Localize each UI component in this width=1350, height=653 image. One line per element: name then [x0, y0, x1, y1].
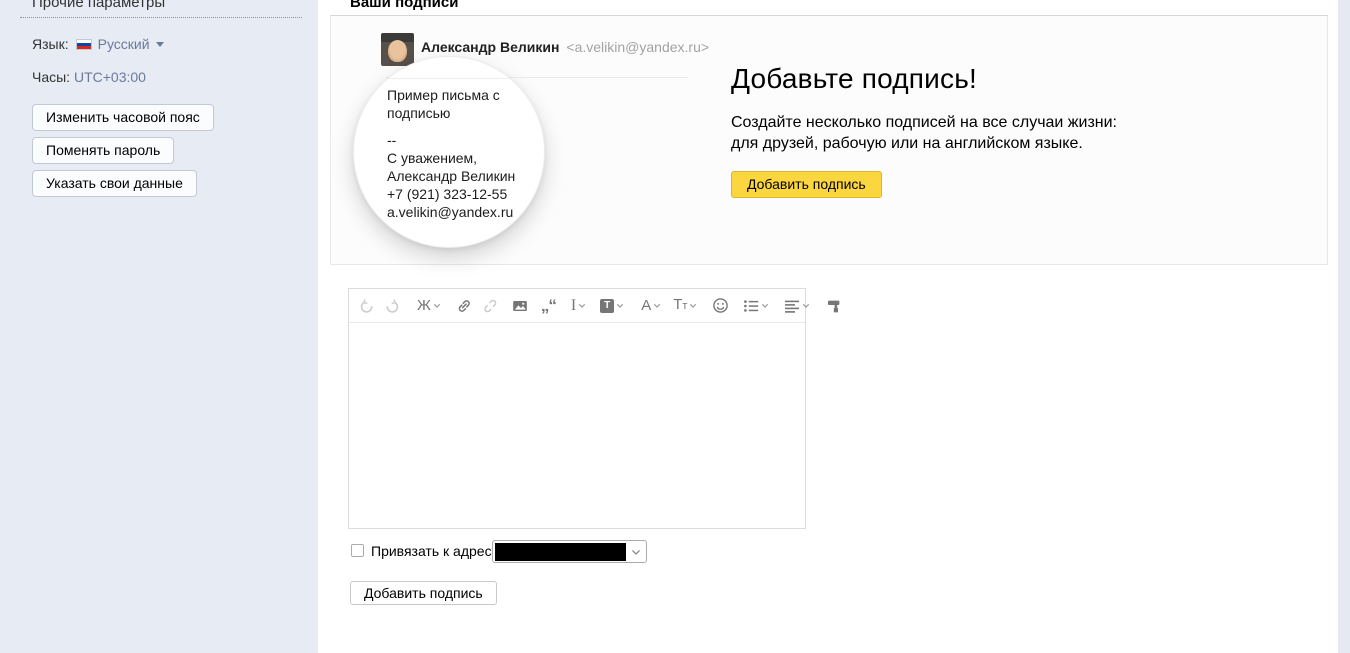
promo-text: Создайте несколько подписей на все случа…: [731, 112, 1117, 154]
signature-text-area[interactable]: [349, 323, 805, 528]
page-title: Ваши подписи: [350, 0, 458, 11]
text-style-button[interactable]: I: [571, 298, 586, 313]
signature-promo-card: Александр Великин <a.velikin@yandex.ru> П…: [330, 15, 1328, 265]
signature-preview: Пример письма с подписью -- С уважением,…: [387, 86, 544, 221]
language-select-link[interactable]: Русский: [98, 36, 150, 52]
add-signature-button[interactable]: Добавить подпись: [350, 581, 497, 605]
chevron-down-icon: [631, 549, 641, 556]
remove-formatting-icon[interactable]: [826, 298, 842, 314]
sender-email: <a.velikin@yandex.ru>: [566, 39, 709, 55]
blockquote-icon[interactable]: „“: [541, 301, 556, 311]
link-icon[interactable]: [456, 298, 473, 314]
personal-data-button[interactable]: Указать свои данные: [32, 170, 197, 197]
bind-address-select[interactable]: [492, 540, 647, 563]
chevron-down-icon: [689, 303, 697, 309]
preview-body-line: Пример письма с подписью: [387, 86, 544, 122]
change-password-button[interactable]: Поменять пароль: [32, 137, 174, 164]
bullet-list-button[interactable]: [743, 298, 769, 314]
promo-block: Добавьте подпись! Создайте несколько под…: [731, 63, 1117, 198]
editor-toolbar: Ж „“ I T A Tт: [349, 289, 805, 323]
bold-button[interactable]: Ж: [417, 298, 441, 313]
promo-text-line1: Создайте несколько подписей на все случа…: [731, 112, 1117, 133]
align-button[interactable]: [784, 298, 810, 314]
change-timezone-button[interactable]: Изменить часовой пояс: [32, 104, 214, 131]
clock-label: Часы:: [32, 69, 70, 85]
promo-text-line2: для друзей, рабочую или на английском яз…: [731, 133, 1117, 154]
clock-row: Часы: UTC+03:00: [32, 69, 146, 86]
emoji-icon[interactable]: [712, 297, 729, 314]
chevron-down-icon: [802, 303, 810, 309]
chevron-down-icon: [761, 303, 769, 309]
signature-line: Александр Великин: [387, 167, 544, 185]
magnifier-circle: Пример письма с подписью -- С уважением,…: [353, 56, 545, 248]
quote-glyph: „“: [541, 301, 556, 311]
bold-glyph: Ж: [417, 298, 431, 313]
highlight-glyph: T: [600, 299, 614, 313]
chevron-down-icon: [653, 303, 661, 309]
signature-line: +7 (921) 323-12-55: [387, 185, 544, 203]
font-size-button[interactable]: Tт: [673, 297, 697, 314]
bind-address-label: Привязать к адресу: [371, 543, 499, 559]
redacted-address-value: [495, 543, 626, 561]
signature-editor: Ж „“ I T A Tт: [348, 288, 806, 529]
unlink-icon: [482, 298, 499, 314]
add-signature-promo-button[interactable]: Добавить подпись: [731, 171, 882, 198]
undo-icon: [359, 298, 375, 314]
font-size-glyph: Tт: [673, 297, 687, 314]
avatar: [381, 33, 414, 66]
sidebar-section-title: Прочие параметры: [32, 0, 165, 11]
text-style-glyph: I: [571, 298, 576, 313]
scrollbar-track[interactable]: [1338, 0, 1350, 653]
signature-line: --: [387, 131, 544, 149]
insert-image-icon[interactable]: [512, 298, 528, 314]
signature-line: С уважением,: [387, 149, 544, 167]
chevron-down-icon: [433, 303, 441, 309]
timezone-value-link[interactable]: UTC+03:00: [74, 69, 146, 85]
language-row: Язык: Русский: [32, 36, 164, 53]
highlight-color-button[interactable]: T: [600, 299, 624, 313]
bind-address-checkbox[interactable]: [351, 544, 364, 557]
sender-name: Александр Великин <a.velikin@yandex.ru>: [421, 39, 709, 55]
russian-flag-icon: [76, 39, 92, 50]
redo-icon: [384, 298, 400, 314]
magnified-divider: [382, 78, 544, 79]
font-color-button[interactable]: A: [641, 298, 661, 313]
promo-heading: Добавьте подпись!: [731, 63, 1117, 95]
sender-name-text: Александр Великин: [421, 39, 559, 55]
chevron-down-icon: [578, 303, 586, 309]
signature-line: a.velikin@yandex.ru: [387, 203, 544, 221]
chevron-down-icon: [616, 303, 624, 309]
language-label: Язык:: [32, 36, 69, 52]
chevron-down-icon[interactable]: [156, 42, 164, 47]
sidebar-divider: [20, 17, 302, 18]
font-color-glyph: A: [641, 298, 651, 313]
settings-sidebar: Прочие параметры Язык: Русский Часы: UTC+…: [0, 0, 318, 653]
